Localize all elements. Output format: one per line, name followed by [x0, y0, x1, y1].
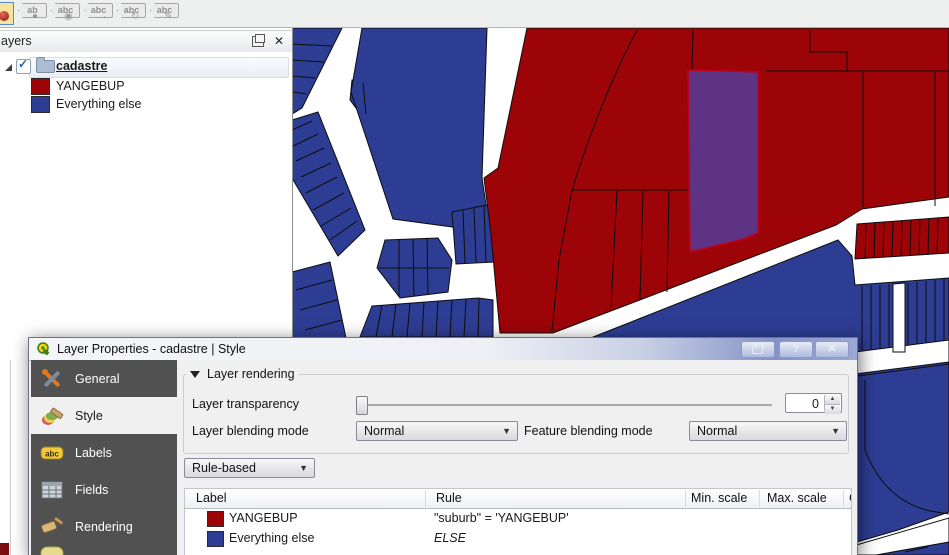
legend-item[interactable]: Everything else: [0, 96, 292, 113]
group-folder-icon: [36, 60, 55, 73]
layer-rendering-header[interactable]: Layer rendering: [186, 367, 299, 381]
paintbrush-icon: [40, 404, 64, 428]
chevron-down-icon: ▼: [831, 422, 840, 441]
chevron-down-icon: ▼: [502, 422, 511, 441]
tab-labels[interactable]: abc Labels: [31, 434, 177, 471]
transparency-slider[interactable]: [356, 396, 772, 414]
labeling-toolbar: ab ● abc ◉ abc → abc ↻ abc ✎: [0, 0, 949, 28]
spin-up-icon: ▲: [825, 395, 840, 404]
active-label-tool-button[interactable]: [0, 2, 14, 25]
pencil-icon: ✎: [164, 11, 172, 23]
slider-groove: [356, 404, 772, 407]
layers-panel-titlebar[interactable]: ayers ✕: [0, 30, 292, 53]
group-label[interactable]: cadastre: [56, 59, 107, 73]
spin-down-icon: ▼: [825, 404, 840, 414]
layer-rendering-groupbox: [183, 374, 849, 454]
dialog-titlebar[interactable]: Layer Properties - cadastre | Style ? ✕: [29, 338, 857, 361]
tab-style[interactable]: Style: [31, 397, 177, 434]
rules-table: Label Rule Min. scale Max. scale C YANGE…: [184, 488, 852, 555]
map-tip-icon: [40, 545, 64, 555]
expand-arrow-icon[interactable]: [5, 64, 12, 71]
layer-visibility-checkbox[interactable]: ✓: [16, 59, 31, 74]
rule-swatch: [207, 511, 224, 527]
chevron-down-icon: ▼: [299, 459, 308, 478]
float-panel-icon[interactable]: [252, 36, 264, 47]
qgis-window: { "toolbar": { "icons": [ {"name": "acti…: [0, 0, 949, 555]
restore-window-button[interactable]: [741, 341, 775, 358]
layers-panel-title: ayers: [1, 34, 32, 48]
rules-table-header[interactable]: Label Rule Min. scale Max. scale C: [185, 489, 851, 509]
yangebup-swatch: [31, 78, 50, 95]
pin-icon: ●: [32, 11, 38, 23]
table-row[interactable]: YANGEBUP "suburb" = 'YANGEBUP': [185, 508, 851, 528]
dialog-title: Layer Properties - cadastre | Style: [57, 342, 246, 356]
background-icon-fragment: [0, 543, 9, 555]
eye-icon: ◉: [64, 11, 73, 23]
qgis-logo-icon: [37, 342, 51, 356]
slider-handle[interactable]: [356, 396, 368, 415]
close-dialog-button[interactable]: ✕: [815, 341, 849, 358]
panel-edge-line: [10, 360, 11, 555]
rule-swatch: [207, 531, 224, 547]
layer-blending-label: Layer blending mode: [192, 424, 309, 438]
abc-tag-icon: abc: [40, 441, 64, 465]
collapse-triangle-icon: [190, 371, 200, 378]
transparency-label: Layer transparency: [192, 397, 299, 411]
restore-icon: [752, 345, 763, 354]
dialog-sidebar: General Style abc Labels Field: [31, 360, 177, 555]
layer-properties-dialog: Layer Properties - cadastre | Style ? ✕ …: [28, 337, 858, 555]
transparency-spinbox[interactable]: 0 ▲▼: [785, 393, 842, 413]
svg-text:abc: abc: [45, 449, 59, 458]
tools-icon: [40, 367, 64, 391]
spinbox-arrows[interactable]: ▲▼: [824, 395, 840, 411]
table-icon: [40, 478, 64, 502]
arrow-icon: →: [98, 11, 108, 23]
tab-general[interactable]: General: [31, 360, 177, 397]
feature-blending-combo[interactable]: Normal▼: [689, 421, 847, 441]
layer-group-row[interactable]: ✓ cadastre: [0, 58, 292, 76]
close-panel-icon[interactable]: ✕: [274, 34, 284, 48]
style-tab-content: Layer rendering Layer transparency 0 ▲▼ …: [177, 360, 857, 555]
selected-parcel: [688, 70, 758, 252]
renderer-type-combo[interactable]: Rule-based▼: [184, 458, 315, 478]
layer-blending-combo[interactable]: Normal▼: [356, 421, 518, 441]
refresh-icon: ↻: [131, 11, 139, 23]
everything-else-swatch: [31, 96, 50, 113]
red-sphere-icon: [0, 11, 9, 21]
tab-display-partial[interactable]: [31, 545, 177, 555]
feature-blending-label: Feature blending mode: [524, 424, 653, 438]
legend-item[interactable]: YANGEBUP: [0, 78, 292, 95]
paint-roller-icon: [40, 515, 64, 539]
table-row[interactable]: Everything else ELSE: [185, 528, 851, 548]
tab-fields[interactable]: Fields: [31, 471, 177, 508]
tab-rendering[interactable]: Rendering: [31, 508, 177, 545]
help-button[interactable]: ?: [779, 341, 813, 358]
